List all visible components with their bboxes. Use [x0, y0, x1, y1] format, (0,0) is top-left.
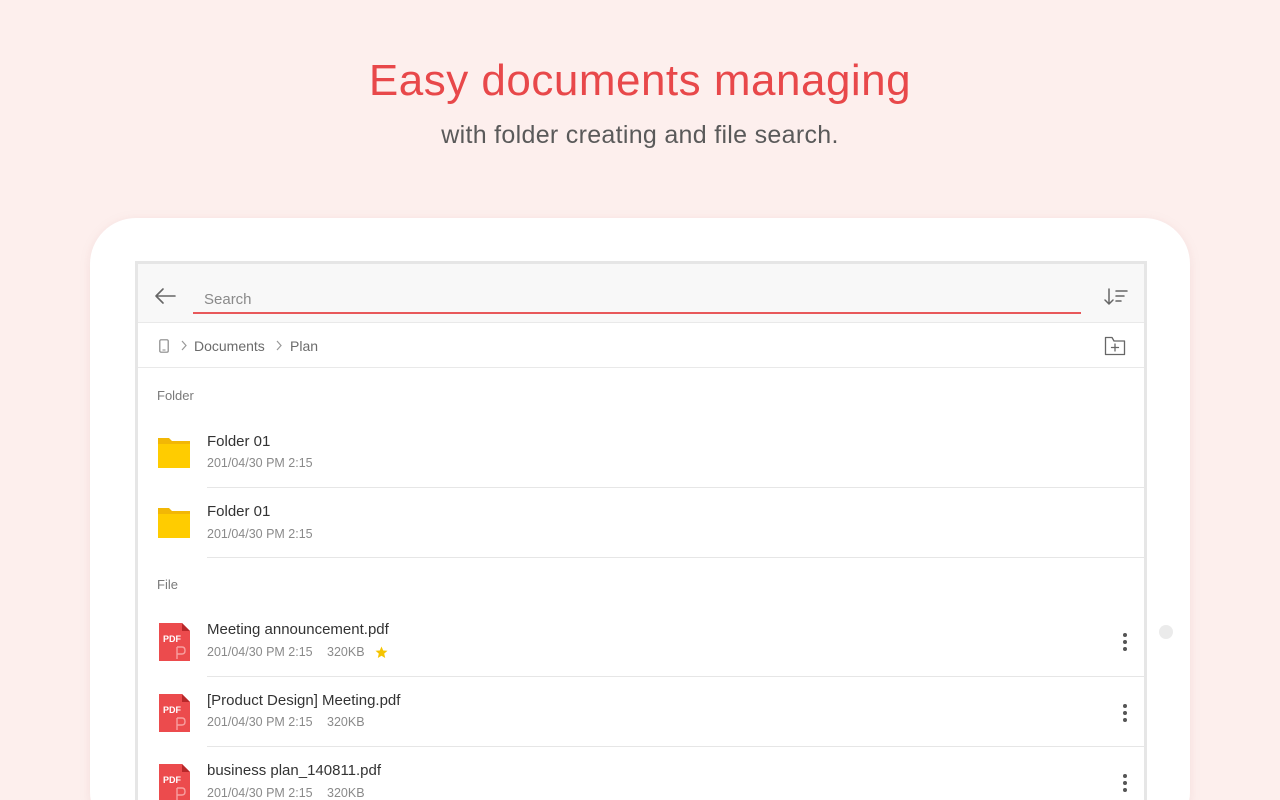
search-toolbar: [138, 264, 1144, 323]
row-divider: [207, 557, 1144, 558]
folder-plus-icon[interactable]: [1104, 336, 1126, 356]
pdf-file-icon: PDF: [159, 694, 190, 732]
folder-row[interactable]: Folder 01 201/04/30 PM 2:15: [138, 418, 1144, 488]
star-icon: [375, 646, 388, 658]
folder-icon: [158, 438, 190, 468]
file-size: 320KB: [327, 645, 365, 659]
more-vertical-icon[interactable]: [1120, 703, 1130, 723]
hero-title: Easy documents managing: [368, 56, 912, 105]
more-vertical-icon[interactable]: [1120, 773, 1130, 793]
folder-date: 201/04/30 PM 2:15: [207, 527, 313, 541]
pdf-type-label: PDF: [163, 634, 182, 644]
folder-section-label: Folder: [157, 388, 194, 403]
hero-subtitle: with folder creating and file search.: [441, 121, 839, 149]
app-screen: Documents Plan Folder Folder 01 201/04/3…: [135, 261, 1147, 800]
folder-name: Folder 01: [207, 433, 271, 450]
file-size: 320KB: [327, 786, 365, 800]
pdf-type-label: PDF: [163, 775, 182, 785]
file-date: 201/04/30 PM 2:15: [207, 645, 313, 659]
pdf-file-icon: PDF: [159, 623, 190, 661]
file-name: [Product Design] Meeting.pdf: [207, 692, 401, 709]
file-row[interactable]: PDF Meeting announcement.pdf 201/04/30 P…: [138, 607, 1144, 677]
folder-date: 201/04/30 PM 2:15: [207, 456, 313, 470]
folder-row[interactable]: Folder 01 201/04/30 PM 2:15: [138, 488, 1144, 558]
breadcrumb-item-documents[interactable]: Documents: [194, 338, 265, 354]
phone-icon[interactable]: [159, 339, 169, 353]
chevron-right-icon: [276, 340, 282, 351]
file-section-label: File: [157, 577, 178, 592]
breadcrumb-item-plan[interactable]: Plan: [290, 338, 318, 354]
file-name: Meeting announcement.pdf: [207, 621, 389, 638]
file-name: business plan_140811.pdf: [207, 762, 382, 779]
pdf-type-label: PDF: [163, 705, 182, 715]
breadcrumb: Documents Plan: [138, 324, 1144, 368]
file-size: 320KB: [327, 715, 365, 729]
sort-icon[interactable]: [1104, 288, 1128, 306]
more-vertical-icon[interactable]: [1120, 632, 1130, 652]
tablet-home-dot: [1159, 625, 1173, 639]
chevron-right-icon: [181, 340, 187, 351]
file-date: 201/04/30 PM 2:15: [207, 786, 313, 800]
file-row[interactable]: PDF business plan_140811.pdf 201/04/30 P…: [138, 747, 1144, 800]
folder-name: Folder 01: [207, 503, 271, 520]
back-arrow-icon[interactable]: [154, 286, 176, 306]
folder-icon: [158, 508, 190, 538]
file-row[interactable]: PDF [Product Design] Meeting.pdf 201/04/…: [138, 677, 1144, 747]
file-date: 201/04/30 PM 2:15: [207, 715, 313, 729]
search-input[interactable]: [193, 280, 1081, 314]
pdf-file-icon: PDF: [159, 764, 190, 800]
